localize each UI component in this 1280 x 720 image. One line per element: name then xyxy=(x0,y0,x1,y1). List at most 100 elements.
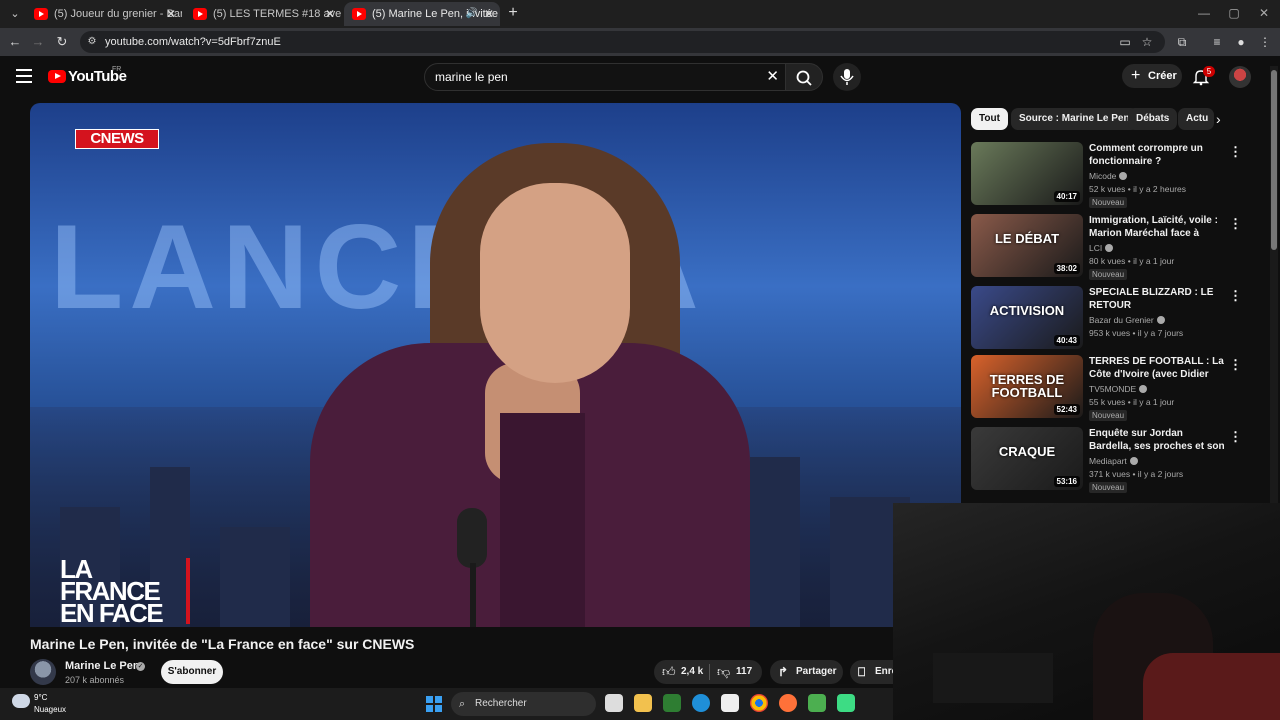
nvidia-icon[interactable] xyxy=(663,694,681,712)
forward-icon[interactable]: → xyxy=(28,32,48,52)
video-meta: 953 k vues • il y a 7 jours xyxy=(1089,328,1184,338)
account-avatar[interactable] xyxy=(1229,66,1251,88)
guide-menu-icon[interactable] xyxy=(16,69,32,83)
back-icon[interactable]: ← xyxy=(5,32,25,52)
voice-search-button[interactable] xyxy=(833,63,861,91)
more-options-icon[interactable]: ⋮ xyxy=(1229,288,1242,304)
like-count[interactable]: 2,4 k xyxy=(681,660,703,684)
bookmark-star-icon[interactable]: ☆ xyxy=(1140,35,1154,49)
more-options-icon[interactable]: ⋮ xyxy=(1229,216,1242,232)
recommendation-item[interactable]: 40:17 Comment corrompre un fonctionnaire… xyxy=(971,142,1251,208)
close-tab-icon[interactable]: ✕ xyxy=(325,2,335,26)
clear-search-icon[interactable]: ✕ xyxy=(766,64,779,90)
maximize-icon[interactable]: ▢ xyxy=(1224,6,1244,20)
video-thumbnail[interactable]: 40:17 xyxy=(971,142,1083,205)
scrollbar-thumb[interactable] xyxy=(1271,70,1277,250)
chip-debates[interactable]: Débats xyxy=(1128,108,1178,130)
channel-avatar[interactable] xyxy=(30,659,56,685)
close-window-icon[interactable]: ✕ xyxy=(1254,6,1274,20)
webcam-person-jacket xyxy=(1143,653,1280,720)
dislike-count[interactable]: 117 xyxy=(736,660,752,684)
cast-icon[interactable]: ▭ xyxy=(1118,35,1132,49)
browser-tab-2[interactable]: (5) LES TERMES #18 avec la Tea ✕ xyxy=(185,2,341,26)
windows-start-icon[interactable] xyxy=(426,696,442,712)
url-text[interactable]: youtube.com/watch?v=5dFbrf7znuE xyxy=(105,31,281,53)
chevron-right-icon[interactable]: › xyxy=(1216,111,1221,127)
weather-description[interactable]: Nuageux xyxy=(34,705,66,714)
show-logo: LA FRANCE EN FACE xyxy=(60,556,190,627)
thumbs-up-icon[interactable]: 👍︎ xyxy=(662,660,676,684)
search-value[interactable]: marine le pen xyxy=(435,64,508,90)
notifications-count-badge: 5 xyxy=(1203,66,1215,77)
reading-list-icon[interactable]: ≡ xyxy=(1209,34,1225,50)
more-options-icon[interactable]: ⋮ xyxy=(1229,357,1242,373)
file-explorer-icon[interactable] xyxy=(634,694,652,712)
search-input[interactable]: marine le pen ✕ xyxy=(424,63,786,91)
video-title[interactable]: SPECIALE BLIZZARD : LE RETOUR xyxy=(1089,286,1225,312)
recommendation-item[interactable]: TERRES DE FOOTBALL 52:43 TERRES DE FOOTB… xyxy=(971,355,1251,421)
site-info-icon[interactable]: ⚙ xyxy=(86,36,98,48)
video-thumbnail[interactable]: CRAQUE 53:16 xyxy=(971,427,1083,490)
video-player[interactable]: LANCE LA CNEWS LA FRANCE EN FACE xyxy=(30,103,961,627)
video-thumbnail[interactable]: TERRES DE FOOTBALL 52:43 xyxy=(971,355,1083,418)
browser-tab-1[interactable]: (5) Joueur du grenier - Bart VS ✕ xyxy=(26,2,182,26)
presenter-face xyxy=(480,183,630,383)
video-duration: 53:16 xyxy=(1053,476,1080,487)
audio-playing-icon[interactable]: 🔊 xyxy=(466,2,478,26)
android-app-icon[interactable] xyxy=(837,694,855,712)
video-title[interactable]: Enquête sur Jordan Bardella, ses proches… xyxy=(1089,427,1225,453)
weather-temperature[interactable]: 9°C xyxy=(34,693,47,702)
thumbs-down-icon[interactable]: 👎︎ xyxy=(717,660,730,684)
more-options-icon[interactable]: ⋮ xyxy=(1229,144,1242,160)
address-bar[interactable]: ⚙ youtube.com/watch?v=5dFbrf7znuE ▭ ☆ xyxy=(80,31,1165,53)
minimize-icon[interactable]: — xyxy=(1194,6,1214,20)
profile-icon[interactable]: ● xyxy=(1233,34,1249,50)
firefox-icon[interactable] xyxy=(779,694,797,712)
search-button[interactable] xyxy=(785,63,823,91)
plus-icon: + xyxy=(1131,67,1141,84)
video-title[interactable]: TERRES DE FOOTBALL : La Côte d'Ivoire (a… xyxy=(1089,355,1225,381)
channel-name[interactable]: Bazar du Grenier xyxy=(1089,315,1165,325)
new-tab-icon[interactable]: + xyxy=(504,4,522,22)
tab-search-icon[interactable]: ⌄ xyxy=(6,5,24,23)
recommendation-item[interactable]: LE DÉBAT 38:02 Immigration, Laïcité, voi… xyxy=(971,214,1251,280)
thumbnail-text: ACTIVISION xyxy=(989,303,1065,318)
channel-name[interactable]: Mediapart xyxy=(1089,456,1138,466)
channel-name[interactable]: LCI xyxy=(1089,243,1114,253)
create-button[interactable]: + Créer xyxy=(1122,64,1182,88)
chip-all[interactable]: Tout xyxy=(971,108,1008,130)
extensions-icon[interactable]: ⧉ xyxy=(1174,34,1190,50)
share-button[interactable]: ↱ Partager xyxy=(770,660,843,684)
recommendation-item[interactable]: CRAQUE 53:16 Enquête sur Jordan Bardella… xyxy=(971,427,1251,493)
video-duration: 40:43 xyxy=(1053,335,1080,346)
channel-name[interactable]: TV5MONDE xyxy=(1089,384,1148,394)
close-tab-icon[interactable]: ✕ xyxy=(484,2,494,26)
terminal-icon[interactable] xyxy=(808,694,826,712)
chip-source[interactable]: Source : Marine Le Pen xyxy=(1011,108,1138,130)
close-tab-icon[interactable]: ✕ xyxy=(166,2,176,26)
browser-toolbar: ← → ↻ ⚙ youtube.com/watch?v=5dFbrf7znuE … xyxy=(0,28,1280,56)
show-logo-line2: EN FACE xyxy=(60,598,164,627)
browser-menu-icon[interactable]: ⋮ xyxy=(1257,34,1273,50)
edge-icon[interactable] xyxy=(692,694,710,712)
recommendation-item[interactable]: ACTIVISION 40:43 SPECIALE BLIZZARD : LE … xyxy=(971,286,1251,350)
video-meta: 80 k vues • il y a 1 jour xyxy=(1089,256,1175,266)
video-thumbnail[interactable]: ACTIVISION 40:43 xyxy=(971,286,1083,349)
country-code: FR xyxy=(112,66,122,73)
chrome-icon[interactable] xyxy=(750,694,768,712)
channel-name[interactable]: Micode xyxy=(1089,171,1128,181)
video-title[interactable]: Comment corrompre un fonctionnaire ? xyxy=(1089,142,1225,168)
store-icon[interactable] xyxy=(721,694,739,712)
subscribe-button[interactable]: S'abonner xyxy=(161,660,223,684)
taskbar-search[interactable]: ⌕ Rechercher xyxy=(451,692,596,716)
create-label: Créer xyxy=(1148,70,1177,82)
browser-tab-3[interactable]: (5) Marine Le Pen, invitée de 🔊 ✕ xyxy=(344,2,500,26)
channel-name[interactable]: Marine Le Pen xyxy=(65,660,140,672)
reload-icon[interactable]: ↻ xyxy=(52,32,72,52)
video-title[interactable]: Immigration, Laïcité, voile : Marion Mar… xyxy=(1089,214,1225,240)
task-view-icon[interactable] xyxy=(605,694,623,712)
cloud-weather-icon[interactable] xyxy=(12,694,30,708)
video-thumbnail[interactable]: LE DÉBAT 38:02 xyxy=(971,214,1083,277)
chip-news[interactable]: Actu xyxy=(1178,108,1214,130)
more-options-icon[interactable]: ⋮ xyxy=(1229,429,1242,445)
